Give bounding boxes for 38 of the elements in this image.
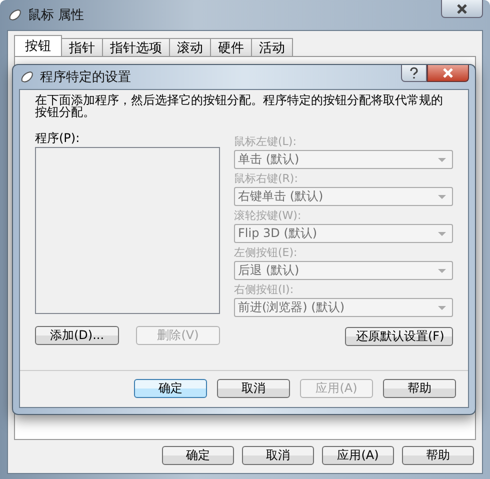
restore-defaults-button[interactable]: 还原默认设置(F) <box>345 327 453 346</box>
tab[interactable]: 滚动 <box>169 38 211 56</box>
window-title: 鼠标 属性 <box>28 7 84 24</box>
dropdown-arrow-icon <box>438 268 446 272</box>
field-label: 滚轮按键(W): <box>234 208 302 224</box>
dialog-title: 程序特定的设置 <box>40 69 131 86</box>
mouse-icon <box>7 7 23 23</box>
field-label: 鼠标右键(R): <box>234 171 299 187</box>
help-button[interactable] <box>401 65 427 82</box>
dropdown-arrow-icon <box>438 158 446 162</box>
question-mark-icon <box>409 67 419 79</box>
dropdown-arrow-icon <box>438 306 446 310</box>
field-label: 右侧按钮(I): <box>234 282 295 298</box>
dialog-button[interactable]: 帮助 <box>402 446 474 465</box>
dialog-button[interactable]: 应用(A) <box>322 446 394 465</box>
dialog-button[interactable]: 帮助 <box>383 379 456 398</box>
field-label: 鼠标左键(L): <box>234 134 298 150</box>
close-icon <box>442 68 454 78</box>
tab[interactable]: 按钮 <box>14 35 62 56</box>
description-text: 在下面添加程序，然后选择它的按钮分配。程序特定的按钮分配将取代常规的按钮分配。 <box>35 94 444 118</box>
dialog-button[interactable]: 确定 <box>134 379 207 398</box>
dialog-button[interactable]: 取消 <box>217 379 290 398</box>
tab[interactable]: 指针 <box>61 38 103 56</box>
field-label: 左侧按钮(E): <box>234 245 298 261</box>
mouse-icon <box>19 69 35 85</box>
close-button[interactable] <box>427 65 469 82</box>
dialog-button[interactable]: 取消 <box>242 446 314 465</box>
programs-list[interactable] <box>35 147 220 314</box>
tab[interactable]: 指针选项 <box>102 38 170 56</box>
dropdown-arrow-icon <box>438 194 446 198</box>
tab[interactable]: 活动 <box>251 38 293 56</box>
programs-label: 程序(P): <box>35 130 81 145</box>
close-button[interactable] <box>441 0 483 18</box>
tab[interactable]: 硬件 <box>210 38 252 56</box>
add-button[interactable]: 添加(D)... <box>35 326 119 345</box>
dialog-button[interactable]: 确定 <box>162 446 234 465</box>
dropdown-arrow-icon <box>438 232 446 236</box>
close-icon <box>456 4 468 14</box>
